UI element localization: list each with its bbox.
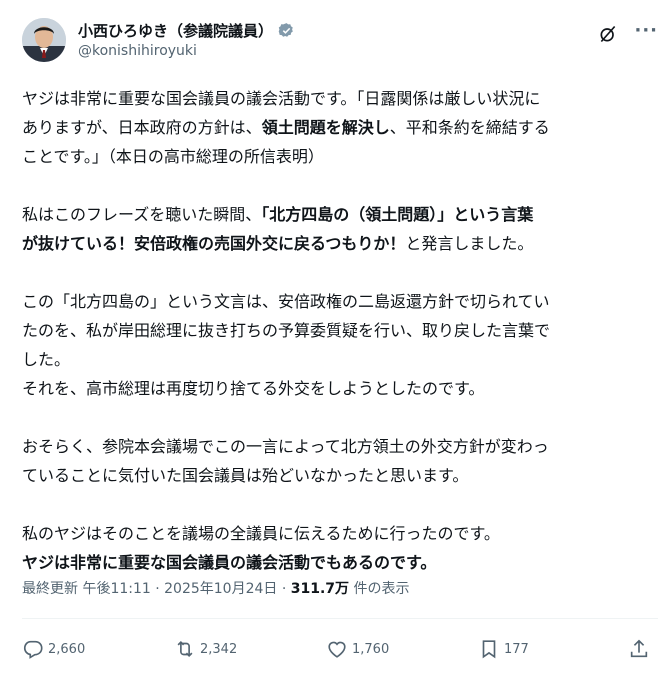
like-count: 1,760 [352, 641, 390, 657]
tweet-meta: 最終更新 午後11:11 · 2025年10月24日 · 311.7万 件の表示 [22, 578, 410, 598]
verified-badge-icon [278, 22, 295, 39]
retweet-count: 2,342 [200, 641, 238, 657]
timestamp[interactable]: 最終更新 午後11:11 · 2025年10月24日 · [22, 581, 291, 597]
tweet-header: 小西ひろゆき（参議院議員） @konishihiroyuki ··· [22, 18, 658, 74]
view-label: 件の表示 [349, 581, 410, 597]
reply-icon [23, 640, 43, 659]
divider [22, 618, 658, 619]
text-line: ていることに気付いた国会議員は殆どいなかったと思います。 [22, 466, 469, 485]
share-button[interactable] [628, 638, 654, 660]
text-line: それを、高市総理は再度切り捨てる外交をしようとしたのです。 [22, 379, 485, 398]
tweet-paragraph-2: 私はこのフレーズを聴いた瞬間、「北方四島の（領土問題）」という言葉 が抜けている… [22, 200, 658, 258]
grok-icon[interactable] [598, 24, 618, 44]
text-line-bold: ヤジは非常に重要な国会議員の議会活動でもあるのです。 [22, 553, 437, 572]
text-line: おそらく、参院本会議場でこの一言によって北方領土の外交方針が変わっ [22, 437, 549, 456]
more-icon[interactable]: ··· [634, 20, 658, 41]
tweet-body: ヤジは非常に重要な国会議員の議会活動です。「日露関係は厳しい状況に ありますが、… [22, 84, 658, 577]
action-bar: 2,660 2,342 1,760 177 [22, 632, 658, 668]
like-button[interactable]: 1,760 [326, 638, 389, 660]
author-handle[interactable]: @konishihiroyuki [78, 43, 295, 59]
text-line: が抜けている！安倍政権の売国外交に戻るつもりか！と発言しました。 [22, 234, 534, 253]
reply-count: 2,660 [48, 641, 86, 657]
text-line: この「北方四島の」という文言は、安倍政権の二島返還方針で切られてい [22, 292, 550, 311]
avatar[interactable] [22, 18, 66, 62]
view-count: 311.7万 [290, 581, 350, 597]
like-icon [328, 641, 346, 658]
tweet-paragraph-5: 私のヤジはそのことを議場の全議員に伝えるために行ったのです。 ヤジは非常に重要な… [22, 519, 658, 577]
bookmark-count: 177 [504, 641, 529, 657]
author-name[interactable]: 小西ひろゆき（参議院議員） [78, 20, 273, 41]
text-line: ヤジは非常に重要な国会議員の議会活動です。「日露関係は厳しい状況に [22, 89, 541, 108]
text-line: 私はこのフレーズを聴いた瞬間、「北方四島の（領土問題）」という言葉 [22, 205, 534, 224]
retweet-icon [177, 640, 193, 658]
bookmark-icon [482, 640, 496, 659]
reply-button[interactable]: 2,660 [22, 638, 85, 660]
tweet-paragraph-3: この「北方四島の」という文言は、安倍政権の二島返還方針で切られてい たのを、私が… [22, 287, 658, 403]
text-line: した。 [22, 350, 71, 369]
text-line: ありますが、日本政府の方針は、領土問題を解決し、平和条約を締結する [22, 118, 550, 137]
tweet-paragraph-1: ヤジは非常に重要な国会議員の議会活動です。「日露関係は厳しい状況に ありますが、… [22, 84, 658, 171]
text-line: たのを、私が岸田総理に抜き打ちの予算委質疑を行い、取り戻した言葉で [22, 321, 551, 340]
tweet-paragraph-4: おそらく、参院本会議場でこの一言によって北方領土の外交方針が変わっ ていることに… [22, 432, 658, 490]
bookmark-button[interactable]: 177 [478, 638, 529, 660]
text-line: ことです。」（本日の高市総理の所信表明） [22, 147, 324, 166]
retweet-button[interactable]: 2,342 [174, 638, 237, 660]
text-line: 私のヤジはそのことを議場の全議員に伝えるために行ったのです。 [22, 524, 500, 543]
share-icon [630, 639, 648, 658]
